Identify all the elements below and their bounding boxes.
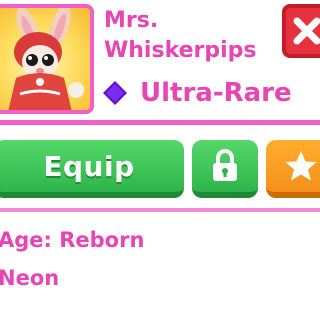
rarity-row: Ultra-Rare	[102, 76, 292, 110]
age-text: Age: Reborn	[0, 228, 145, 252]
rarity-label: Ultra-Rare	[140, 78, 292, 108]
diamond-icon	[102, 80, 128, 106]
pet-name: Mrs. Whiskerpips	[104, 8, 257, 63]
pet-info-card: Mrs. Whiskerpips Ultra-Rare Equip Age: R…	[0, 0, 320, 320]
equip-label: Equip	[43, 149, 135, 183]
lock-button[interactable]	[192, 140, 258, 198]
pet-portrait	[0, 4, 94, 114]
close-x-icon	[293, 17, 320, 45]
lock-icon	[213, 149, 237, 181]
favorite-button[interactable]	[266, 140, 320, 198]
bunny-pet-icon	[8, 8, 84, 110]
header-divider	[0, 120, 320, 125]
star-icon	[285, 151, 317, 181]
equip-button[interactable]: Equip	[0, 140, 184, 198]
neon-text: Neon	[0, 266, 60, 290]
details-divider	[0, 208, 320, 212]
close-button[interactable]	[282, 4, 320, 58]
